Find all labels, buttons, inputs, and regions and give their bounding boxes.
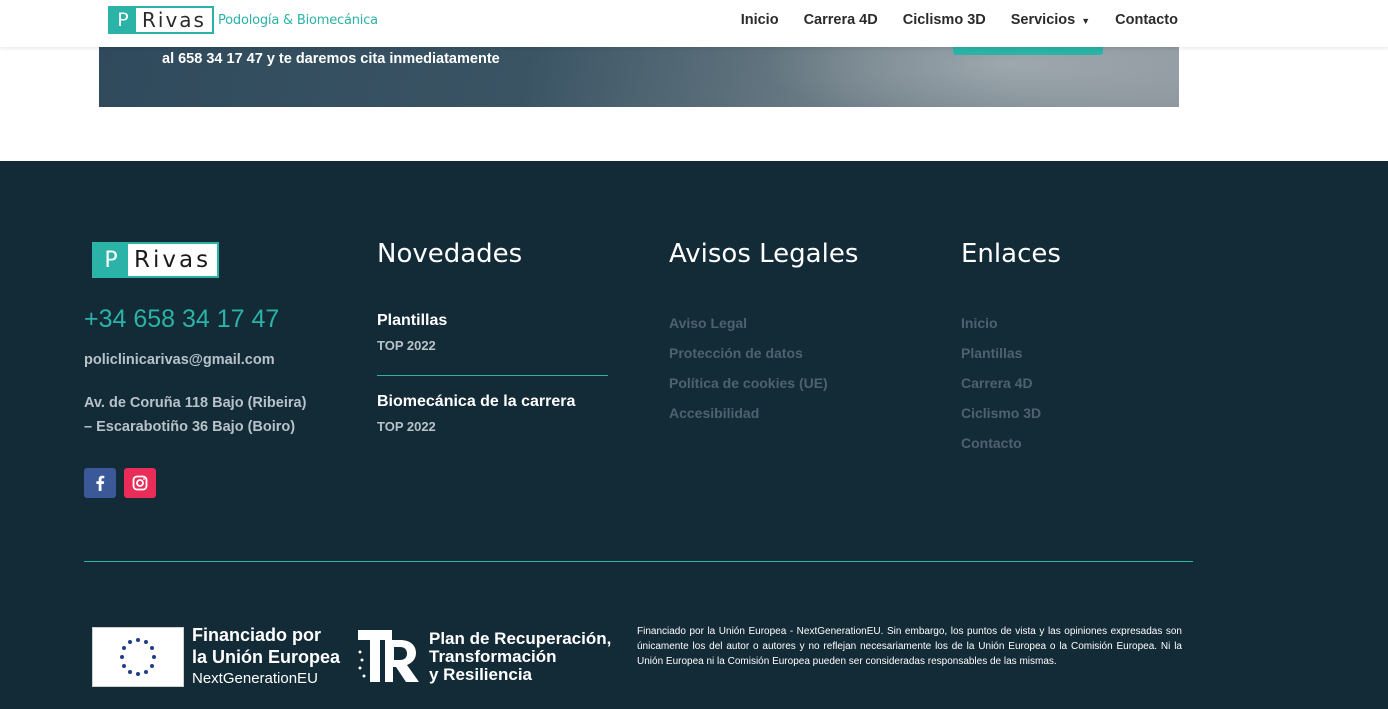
link-carrera-4d[interactable]: Carrera 4D <box>961 375 1041 405</box>
link-ciclismo-3d[interactable]: Ciclismo 3D <box>961 405 1041 435</box>
legal-links: Aviso Legal Protección de datos Política… <box>669 315 828 435</box>
footer-email[interactable]: policlinicarivas@gmail.com <box>84 352 275 368</box>
site-logo[interactable]: P Rivas Podología & Biomecánica <box>108 5 378 35</box>
nav-label: Carrera 4D <box>803 12 878 28</box>
link-inicio[interactable]: Inicio <box>961 315 1041 345</box>
nav-inicio[interactable]: Inicio <box>741 12 779 28</box>
recovery-plan-logo-icon <box>356 628 426 684</box>
plan-line: Plan de Recuperación, <box>429 629 612 648</box>
news-item[interactable]: Biomecánica de la carrera TOP 2022 <box>377 393 608 434</box>
plan-line: y Resiliencia <box>429 665 533 684</box>
link-aviso-legal[interactable]: Aviso Legal <box>669 315 828 345</box>
site-header: P Rivas Podología & Biomecánica Inicio C… <box>0 0 1388 47</box>
eu-funding-banner: Financiado por la Unión Europea NextGene… <box>92 624 1182 694</box>
plan-line: Transformación <box>429 647 557 666</box>
eu-line: la Unión Europea <box>192 647 341 667</box>
facebook-icon <box>96 475 105 491</box>
nav-carrera-4d[interactable]: Carrera 4D <box>804 12 878 28</box>
news-divider <box>377 375 608 376</box>
news-item-title[interactable]: Plantillas <box>377 312 608 330</box>
link-politica-cookies[interactable]: Política de cookies (UE) <box>669 375 828 405</box>
eu-flag-icon <box>92 627 184 687</box>
nav-contacto[interactable]: Contacto <box>1115 12 1178 28</box>
site-footer: P Rivas +34 658 34 17 47 policlinicariva… <box>0 161 1388 709</box>
eu-line: NextGenerationEU <box>192 670 318 687</box>
instagram-button[interactable] <box>124 468 156 498</box>
link-plantillas[interactable]: Plantillas <box>961 345 1041 375</box>
news-item-title[interactable]: Biomecánica de la carrera <box>377 393 608 411</box>
logo-name: Rivas <box>142 8 206 32</box>
hero-text: al 658 34 17 47 y te daremos cita inmedi… <box>162 51 500 67</box>
instagram-icon <box>132 475 148 491</box>
footer-address: Av. de Coruña 118 Bajo (Ribeira) – Escar… <box>84 391 344 439</box>
logo-letter: P <box>110 8 136 32</box>
eu-stars-icon <box>120 638 156 676</box>
eu-disclaimer: Financiado por la Unión Europea - NextGe… <box>637 626 1182 667</box>
footer-phone[interactable]: +34 658 34 17 47 <box>84 305 279 334</box>
logo-tagline: Podología & Biomecánica <box>217 12 378 28</box>
nav-label: Inicio <box>740 12 779 28</box>
address-line: – Escarabotiño 36 Bajo (Boiro) <box>84 419 296 435</box>
news-item-meta: TOP 2022 <box>377 419 436 434</box>
news-item[interactable]: Plantillas TOP 2022 <box>377 312 608 353</box>
facebook-button[interactable] <box>84 468 116 498</box>
eu-funding-text: Financiado por la Unión Europea NextGene… <box>192 624 340 690</box>
links-heading: Enlaces <box>961 239 1061 269</box>
nav-label: Contacto <box>1115 12 1178 28</box>
nav-label: Servicios <box>1010 12 1076 28</box>
main-nav: Inicio Carrera 4D Ciclismo 3D Servicios ▼… <box>741 12 1178 28</box>
legal-heading: Avisos Legales <box>669 239 859 269</box>
link-proteccion-datos[interactable]: Protección de datos <box>669 345 828 375</box>
recovery-plan-text: Plan de Recuperación, Transformación y R… <box>429 630 611 684</box>
nav-ciclismo-3d[interactable]: Ciclismo 3D <box>903 12 986 28</box>
news-item-meta: TOP 2022 <box>377 338 436 353</box>
footer-links: Inicio Plantillas Carrera 4D Ciclismo 3D… <box>961 315 1041 465</box>
nav-servicios[interactable]: Servicios ▼ <box>1011 12 1090 28</box>
news-heading: Novedades <box>377 239 523 269</box>
logo-mark: P Rivas <box>108 6 214 34</box>
footer-logo[interactable]: P Rivas <box>92 242 220 278</box>
footer-logo-name: Rivas <box>134 247 212 273</box>
footer-divider <box>84 561 1193 562</box>
address-line: Av. de Coruña 118 Bajo (Ribeira) <box>84 395 307 411</box>
link-accesibilidad[interactable]: Accesibilidad <box>669 405 828 435</box>
footer-logo-letter: P <box>94 244 128 276</box>
eu-line: Financiado por <box>192 625 322 645</box>
link-contacto[interactable]: Contacto <box>961 435 1041 465</box>
chevron-down-icon: ▼ <box>1081 16 1091 26</box>
nav-label: Ciclismo 3D <box>902 12 986 28</box>
